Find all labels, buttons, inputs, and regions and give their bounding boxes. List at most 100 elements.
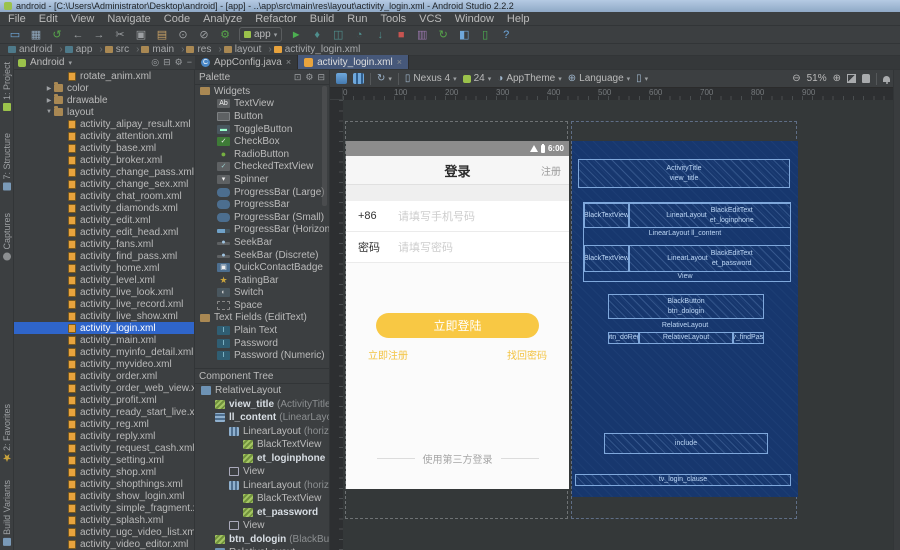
project-tree-item[interactable]: activity_main.xml	[14, 334, 194, 346]
breadcrumb-item[interactable]: src	[105, 44, 140, 55]
menu-item[interactable]: Tools	[380, 13, 406, 25]
menu-item[interactable]: Edit	[39, 13, 58, 25]
project-tree-item[interactable]: activity_ready_start_live.xml	[14, 406, 194, 418]
palette-settings-icon[interactable]: ⚙	[305, 72, 313, 83]
blueprint-include[interactable]: include	[604, 433, 768, 454]
login-button[interactable]: 立即登陆	[376, 313, 539, 338]
menu-item[interactable]: Help	[507, 13, 530, 25]
project-tree-item[interactable]: activity_fans.xml	[14, 238, 194, 250]
palette-item[interactable]: Plain Text	[195, 324, 329, 337]
project-tree-item[interactable]: drawable	[14, 94, 194, 106]
blueprint-findpass-text[interactable]: tv_findPass	[733, 332, 764, 344]
palette-item[interactable]: Button	[195, 110, 329, 123]
back-icon[interactable]: ←	[71, 28, 85, 42]
palette-collapse-icon[interactable]: ⊟	[317, 72, 325, 83]
palette-item[interactable]: ProgressBar	[195, 198, 329, 211]
editor-tab[interactable]: activity_login.xml ×	[298, 55, 409, 69]
app-title-bar[interactable]: 登录 注册	[346, 156, 569, 185]
target-device-selector[interactable]: ▯	[636, 73, 648, 84]
component-tree-item[interactable]: BlackTextView	[195, 492, 329, 506]
palette-item[interactable]: Password (Numeric)	[195, 349, 329, 362]
project-tree-item[interactable]: activity_chat_room.xml	[14, 190, 194, 202]
project-tree-item[interactable]: activity_change_sex.xml	[14, 178, 194, 190]
project-tree-item[interactable]: rotate_anim.xml	[14, 70, 194, 82]
menu-item[interactable]: Refactor	[255, 13, 297, 25]
blueprint-row2-textview[interactable]: BlackTextView	[584, 245, 629, 272]
forward-icon[interactable]: →	[92, 28, 106, 42]
component-tree-item[interactable]: RelativeLayout	[195, 546, 329, 550]
palette-scrollbar[interactable]	[322, 86, 327, 206]
breadcrumb-item[interactable]: activity_login.xml	[274, 44, 368, 55]
project-tree-item[interactable]: activity_live_record.xml	[14, 298, 194, 310]
register-link[interactable]: 立即注册	[368, 347, 408, 362]
preview-icon[interactable]: ⊡	[294, 72, 302, 83]
theme-selector[interactable]: ◑AppTheme	[497, 73, 561, 84]
password-row[interactable]: 密码 请填写密码	[346, 232, 569, 263]
locate-icon[interactable]: ◎	[151, 57, 159, 68]
palette-item[interactable]: Widgets	[195, 85, 329, 98]
orientation-selector[interactable]: ↻	[377, 73, 392, 84]
zoom-to-fit-icon[interactable]	[847, 74, 856, 83]
zoom-in-button[interactable]: ⊕	[833, 73, 841, 84]
zoom-out-button[interactable]: ⊖	[792, 73, 800, 84]
find-icon[interactable]: ⊙	[176, 28, 190, 42]
tool-window-button[interactable]: 2: Favorites	[2, 404, 12, 462]
project-tree-item[interactable]: activity_request_cash.xml	[14, 442, 194, 454]
project-tree-item[interactable]: activity_setting.xml	[14, 454, 194, 466]
device-design-preview[interactable]: 6:00 登录 注册 +86 请填写手机号码 密码 请填写密码	[345, 121, 568, 519]
expand-arrow-icon[interactable]	[44, 97, 54, 104]
palette-item[interactable]: Password	[195, 337, 329, 350]
palette-item[interactable]: RadioButton	[195, 148, 329, 161]
palette-item[interactable]: SeekBar	[195, 236, 329, 249]
project-tree-item[interactable]: color	[14, 82, 194, 94]
project-tree-item[interactable]: activity_edit.xml	[14, 214, 194, 226]
project-tree-item[interactable]: activity_shopthings.xml	[14, 478, 194, 490]
project-tree-item[interactable]: activity_live_look.xml	[14, 286, 194, 298]
palette-item[interactable]: QuickContactBadge	[195, 261, 329, 274]
palette-item[interactable]: ProgressBar (Horizontal)	[195, 224, 329, 237]
menu-item[interactable]: Analyze	[203, 13, 242, 25]
open-icon[interactable]: ▭	[8, 28, 22, 42]
phone-input-placeholder[interactable]: 请填写手机号码	[398, 208, 475, 224]
blueprint-row1-textview[interactable]: BlackTextView	[584, 203, 629, 228]
design-mode-icon[interactable]	[336, 73, 347, 84]
palette-item[interactable]: Switch	[195, 287, 329, 300]
project-tree-item[interactable]: activity_order_web_view.xml	[14, 382, 194, 394]
blueprint-mode-icon[interactable]	[353, 73, 364, 84]
breadcrumb-item[interactable]: layout	[224, 44, 272, 55]
project-tree-item[interactable]: activity_attention.xml	[14, 130, 194, 142]
menu-item[interactable]: Run	[347, 13, 367, 25]
component-tree-item[interactable]: LinearLayout (horizontal)	[195, 479, 329, 493]
run-configuration-dropdown[interactable]: app ▾	[239, 27, 282, 42]
layout-inspector-button[interactable]: ▥	[415, 28, 429, 42]
password-input-placeholder[interactable]: 请填写密码	[398, 239, 453, 255]
phone-number-row[interactable]: +86 请填写手机号码	[346, 201, 569, 232]
blueprint-login-clause[interactable]: tv_login_clause	[575, 474, 791, 486]
wrench-icon[interactable]: ⚙	[218, 28, 232, 42]
find-password-link[interactable]: 找回密码	[507, 347, 547, 362]
tool-window-button[interactable]: 1: Project	[2, 62, 12, 111]
project-structure-button[interactable]: ◧	[457, 28, 471, 42]
close-tab-icon[interactable]: ×	[397, 57, 402, 67]
debug-button[interactable]: ♦	[310, 28, 324, 42]
component-tree-item[interactable]: view_title (ActivityTitle)	[195, 398, 329, 412]
paste-icon[interactable]: ▤	[155, 28, 169, 42]
expand-arrow-icon[interactable]	[44, 109, 54, 115]
register-button[interactable]: 注册	[541, 163, 561, 178]
palette-item[interactable]: CheckBox	[195, 135, 329, 148]
project-tree-item[interactable]: activity_login.xml	[14, 322, 194, 334]
palette-item[interactable]: Text Fields (EditText)	[195, 312, 329, 325]
palette-item[interactable]: Space	[195, 299, 329, 312]
blueprint-login-button[interactable]: BlackButton btn_dologin	[608, 294, 764, 319]
menu-item[interactable]: Build	[310, 13, 334, 25]
menu-item[interactable]: Navigate	[107, 13, 150, 25]
pan-icon[interactable]	[862, 74, 870, 83]
copy-icon[interactable]: ▣	[134, 28, 148, 42]
tool-window-button[interactable]: Build Variants	[2, 480, 12, 546]
menu-item[interactable]: Code	[164, 13, 190, 25]
project-tree-item[interactable]: activity_find_pass.xml	[14, 250, 194, 262]
project-tree-item[interactable]: activity_broker.xml	[14, 154, 194, 166]
palette-item[interactable]: ToggleButton	[195, 123, 329, 136]
notifications-icon[interactable]	[883, 76, 890, 82]
attach-button[interactable]: ↓	[373, 28, 387, 42]
